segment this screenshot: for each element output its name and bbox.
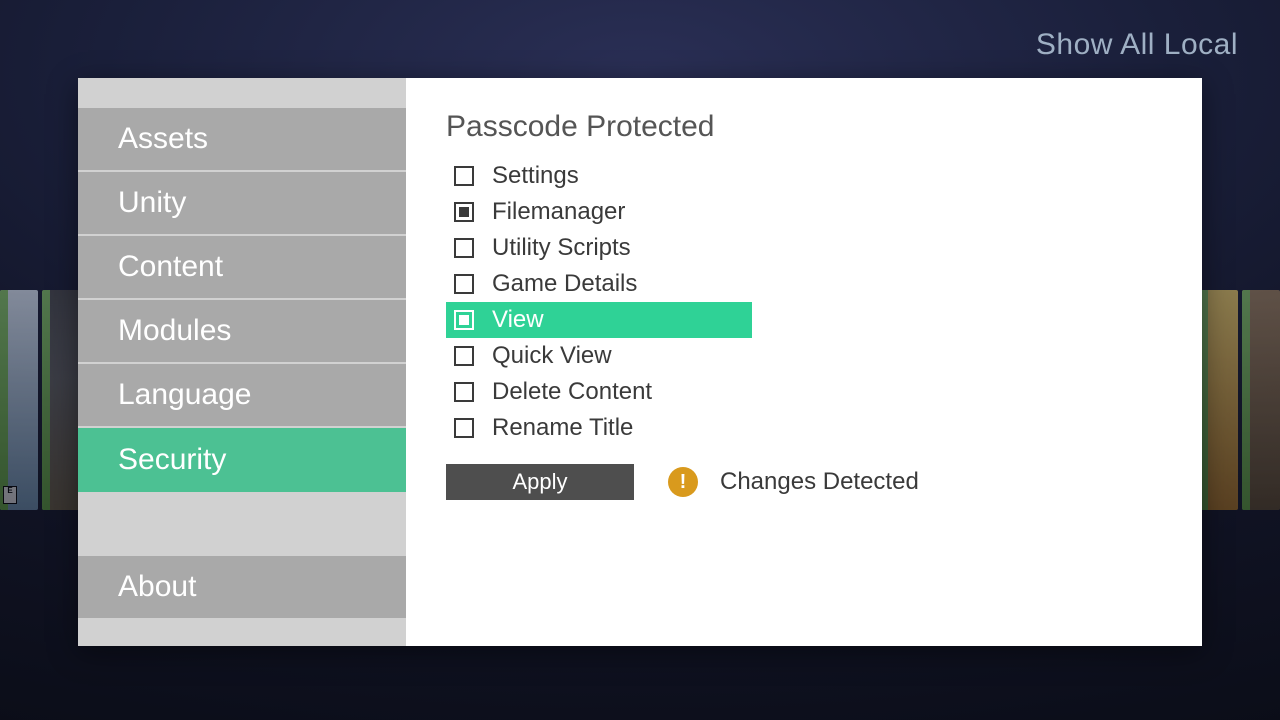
option-label: Game Details	[492, 270, 637, 298]
option-row-view[interactable]: View	[446, 302, 752, 338]
sidebar-item-security[interactable]: Security	[78, 428, 406, 492]
sidebar-item-assets[interactable]: Assets	[78, 108, 406, 172]
option-label: Utility Scripts	[492, 234, 631, 262]
sidebar-item-label: About	[118, 570, 196, 604]
settings-panel: Assets Unity Content Modules Language Securit…	[78, 78, 1202, 646]
option-row-quick-view[interactable]: Quick View	[446, 338, 752, 374]
section-title: Passcode Protected	[446, 110, 1152, 144]
settings-content: Passcode Protected Settings Filemanager Ut…	[406, 78, 1202, 646]
option-row-settings[interactable]: Settings	[446, 158, 752, 194]
checkbox-icon[interactable]	[454, 382, 474, 402]
option-label: Delete Content	[492, 378, 652, 406]
sidebar-item-modules[interactable]: Modules	[78, 300, 406, 364]
changes-status: ! Changes Detected	[668, 467, 919, 497]
sidebar-item-unity[interactable]: Unity	[78, 172, 406, 236]
sidebar-item-label: Assets	[118, 122, 208, 156]
checkbox-icon[interactable]	[454, 238, 474, 258]
sidebar-item-label: Unity	[118, 186, 186, 220]
checkbox-fill-icon	[459, 207, 469, 217]
sidebar-item-label: Security	[118, 443, 226, 477]
passcode-options-list: Settings Filemanager Utility Scripts Game D…	[446, 158, 752, 446]
option-label: View	[492, 306, 544, 334]
option-row-game-details[interactable]: Game Details	[446, 266, 752, 302]
sidebar-item-about[interactable]: About	[78, 556, 406, 620]
option-row-utility-scripts[interactable]: Utility Scripts	[446, 230, 752, 266]
option-row-rename-title[interactable]: Rename Title	[446, 410, 752, 446]
sidebar-spacer	[78, 492, 406, 556]
checkbox-fill-icon	[459, 315, 469, 325]
sidebar-spacer	[78, 620, 406, 646]
option-row-filemanager[interactable]: Filemanager	[446, 194, 752, 230]
checkbox-icon[interactable]	[454, 274, 474, 294]
option-label: Settings	[492, 162, 579, 190]
option-label: Quick View	[492, 342, 612, 370]
sidebar-item-content[interactable]: Content	[78, 236, 406, 300]
checkbox-icon[interactable]	[454, 310, 474, 330]
checkbox-icon[interactable]	[454, 418, 474, 438]
warning-icon: !	[668, 467, 698, 497]
sidebar-item-label: Modules	[118, 314, 231, 348]
option-row-delete-content[interactable]: Delete Content	[446, 374, 752, 410]
checkbox-icon[interactable]	[454, 202, 474, 222]
sidebar-spacer	[78, 78, 406, 108]
sidebar-item-language[interactable]: Language	[78, 364, 406, 428]
status-text: Changes Detected	[720, 468, 919, 496]
sidebar-item-label: Language	[118, 378, 251, 412]
checkbox-icon[interactable]	[454, 346, 474, 366]
apply-button[interactable]: Apply	[446, 464, 634, 500]
sidebar-item-label: Content	[118, 250, 223, 284]
settings-sidebar: Assets Unity Content Modules Language Securit…	[78, 78, 406, 646]
apply-button-label: Apply	[512, 469, 567, 495]
show-all-local-label[interactable]: Show All Local	[1036, 28, 1238, 62]
option-label: Filemanager	[492, 198, 625, 226]
actions-row: Apply ! Changes Detected	[446, 464, 1152, 500]
option-label: Rename Title	[492, 414, 633, 442]
checkbox-icon[interactable]	[454, 166, 474, 186]
